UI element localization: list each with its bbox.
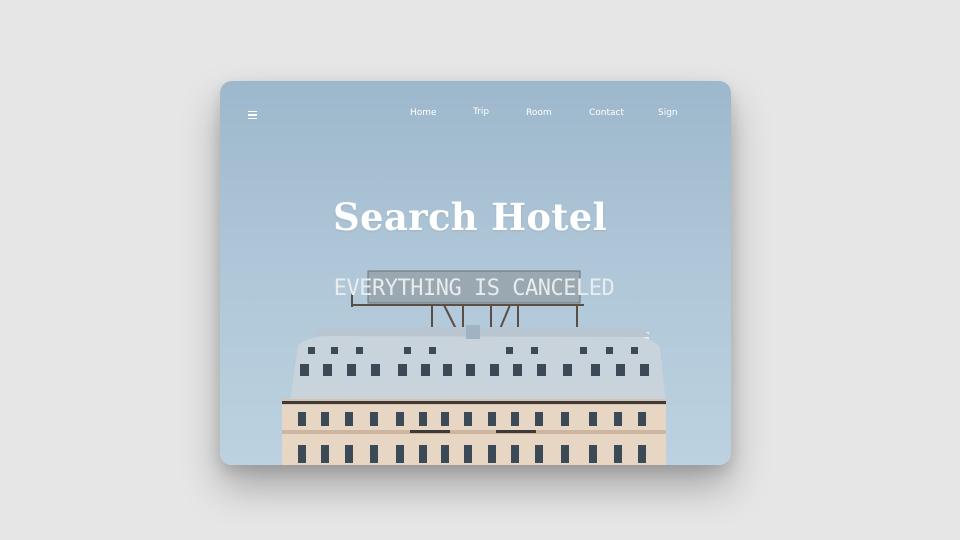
nav-link-home[interactable]: Home (410, 108, 437, 118)
top-navigation: Home Trip Room Contact Sign (220, 81, 731, 141)
hotel-landing-card: EVERYTHING IS CANCELED Home Trip Room Co… (220, 81, 731, 465)
hamburger-menu-icon[interactable] (248, 111, 257, 120)
nav-link-room[interactable]: Room (526, 108, 552, 118)
billboard-text: EVERYTHING IS CANCELED (334, 276, 614, 301)
nav-link-contact[interactable]: Contact (589, 108, 624, 118)
hero-title: Search Hotel (333, 195, 607, 239)
hotel-building (282, 325, 666, 465)
nav-link-sign[interactable]: Sign (658, 108, 678, 118)
page-stage: EVERYTHING IS CANCELED Home Trip Room Co… (0, 0, 960, 540)
nav-link-trip[interactable]: Trip (473, 107, 489, 117)
